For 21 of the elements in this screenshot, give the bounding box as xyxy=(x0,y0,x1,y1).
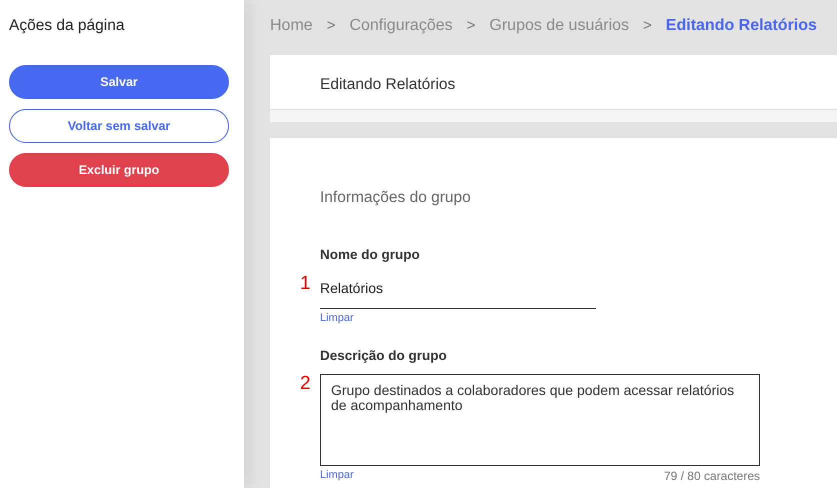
breadcrumb-separator: > xyxy=(466,16,476,36)
field-label: Nome do grupo xyxy=(320,246,421,264)
character-counter: 79 / 80 caracteres xyxy=(664,468,760,486)
breadcrumb-separator: > xyxy=(326,16,336,36)
sidebar-title: Ações da página xyxy=(9,16,126,36)
breadcrumb-link[interactable]: Grupos de usuários xyxy=(489,14,630,38)
name-field[interactable]: Relatórios xyxy=(320,274,596,308)
annotation-number: 2 xyxy=(300,374,311,394)
breadcrumb-link[interactable]: Home xyxy=(270,14,313,38)
page-title: Editando Relatórios xyxy=(320,76,456,93)
delete-button[interactable]: Excluir grupo xyxy=(9,153,229,188)
annotation-number: 1 xyxy=(300,274,311,294)
section-title: Informações do grupo xyxy=(320,188,472,208)
breadcrumb-link[interactable]: Configurações xyxy=(349,14,453,38)
description-field[interactable]: Grupo destinados a colaboradores que podem acessar relatórios de acompanhamento xyxy=(320,374,760,466)
back-button[interactable]: Voltar sem salvar xyxy=(9,109,229,144)
field-label: Descrição do grupo xyxy=(320,347,448,365)
save-button[interactable]: Salvar xyxy=(9,65,229,100)
breadcrumb-separator: > xyxy=(643,16,652,36)
clear-link[interactable]: Limpar xyxy=(320,467,354,486)
clear-link[interactable]: Limpar xyxy=(320,310,354,326)
